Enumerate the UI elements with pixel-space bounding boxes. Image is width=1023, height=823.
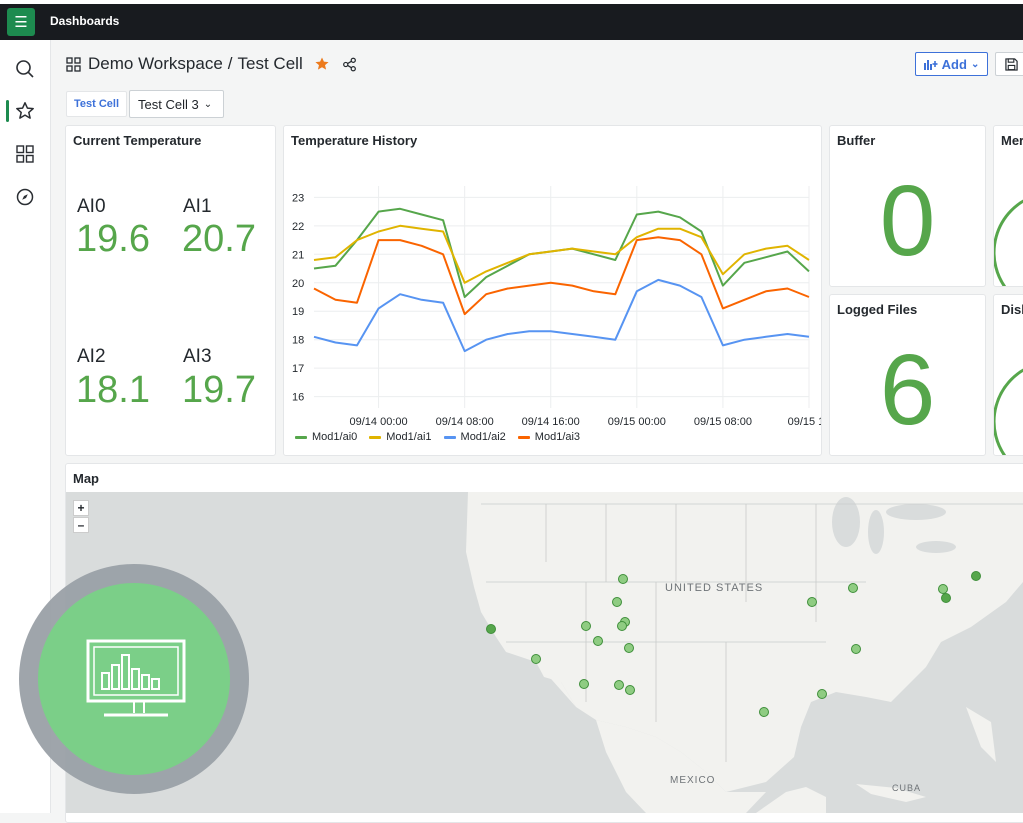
dashboard-grid-icon: [66, 56, 81, 72]
memory-gauge: [994, 199, 1023, 286]
disk-gauge: [994, 368, 1023, 455]
x-tick-label: 09/15 00:00: [608, 416, 666, 428]
save-icon: [1005, 58, 1018, 71]
y-tick-label: 21: [292, 249, 304, 261]
map-zoom-out-button[interactable]: –: [73, 517, 89, 533]
search-icon[interactable]: [13, 57, 37, 81]
top-bar: ☰ Dashboards: [0, 0, 1023, 40]
ai0-value: 19.6: [76, 218, 150, 260]
share-icon[interactable]: [342, 57, 357, 72]
menu-icon[interactable]: ☰: [7, 8, 35, 36]
variable-select[interactable]: Test Cell 3 ⌄: [129, 90, 224, 118]
buffer-value: 0: [879, 165, 936, 277]
disk-panel: Disk: [993, 294, 1023, 456]
chevron-down-icon: ⌄: [203, 98, 213, 110]
legend-swatch: [295, 435, 307, 439]
x-tick-label: 09/14 00:00: [350, 416, 408, 428]
panel-title: Logged Files: [837, 302, 918, 317]
ai2-label: AI2: [77, 346, 106, 367]
legend-label: Mod1/ai1: [386, 431, 432, 443]
map-label-cuba: CUBA: [892, 783, 922, 793]
legend-label: Mod1/ai3: [534, 431, 581, 443]
breadcrumb-workspace[interactable]: Demo Workspace: [88, 54, 223, 74]
star-icon[interactable]: [13, 99, 37, 123]
dashboards-grid-icon[interactable]: [13, 142, 37, 166]
y-tick-label: 22: [292, 221, 304, 233]
legend-swatch: [443, 435, 456, 439]
map-label-mexico: MEXICO: [670, 775, 716, 786]
app-logo: [38, 583, 230, 775]
map-zoom-in-button[interactable]: +: [73, 500, 89, 516]
legend-label: Mod1/ai2: [460, 431, 506, 443]
ai1-value: 20.7: [182, 218, 256, 260]
compass-icon[interactable]: [13, 185, 37, 209]
breadcrumb-separator: /: [227, 54, 233, 73]
series-line: [313, 278, 810, 353]
page-title: Test Cell: [237, 54, 303, 73]
current-temperature-panel: Current Temperature AI0 19.6 AI1 20.7 AI…: [65, 125, 276, 456]
legend-item[interactable]: Mod1/ai0: [295, 431, 357, 443]
x-tick-label: 09/15 16: [788, 416, 821, 428]
ai3-label: AI3: [183, 346, 212, 367]
active-indicator: [6, 100, 9, 122]
legend-item[interactable]: Mod1/ai3: [517, 431, 581, 443]
legend-swatch: [517, 435, 530, 439]
legend-label: Mod1/ai0: [312, 431, 358, 443]
legend-swatch: [369, 435, 382, 439]
temperature-history-panel: Temperature History 16 17 18 19 20 21 22 23 09/1…: [283, 125, 822, 456]
logged-files-value: 6: [879, 334, 936, 446]
add-chart-icon: [923, 58, 938, 70]
ai0-label: AI0: [77, 196, 106, 217]
logged-files-panel: Logged Files 6: [829, 294, 986, 456]
app-title: Dashboards: [50, 14, 120, 28]
save-dashboard-button[interactable]: [995, 52, 1023, 76]
panel-title: Map: [73, 471, 99, 486]
y-tick-label: 23: [292, 192, 304, 204]
chart-legend: Mod1/ai0 Mod1/ai1 Mod1/ai2 Mod1/ai3: [295, 431, 580, 443]
y-tick-label: 16: [292, 392, 304, 404]
y-tick-label: 18: [292, 335, 304, 347]
legend-item[interactable]: Mod1/ai2: [443, 431, 506, 443]
panel-title: Current Temperature: [73, 133, 202, 148]
map-label-us: UNITED STATES: [665, 582, 764, 594]
dashboard-monitor-icon: [86, 639, 186, 717]
y-tick-label: 17: [292, 363, 304, 375]
panel-title: Buffer: [837, 133, 876, 148]
ai3-value: 19.7: [182, 369, 256, 411]
y-tick-label: 19: [292, 306, 304, 318]
chevron-down-icon: ⌄: [970, 58, 980, 70]
legend-item[interactable]: Mod1/ai1: [369, 431, 432, 443]
ai1-label: AI1: [183, 196, 212, 217]
add-panel-button[interactable]: Add ⌄: [915, 52, 988, 76]
variable-select-value: Test Cell 3: [138, 96, 199, 112]
x-tick-label: 09/14 08:00: [436, 416, 494, 428]
y-tick-label: 20: [292, 278, 304, 290]
panel-title: Disk: [1001, 302, 1023, 317]
favorite-star-icon[interactable]: [314, 56, 330, 72]
buffer-panel: Buffer 0: [829, 125, 986, 287]
variable-label: Test Cell: [66, 91, 128, 117]
x-tick-label: 09/14 16:00: [522, 416, 580, 428]
breadcrumb: Demo Workspace / Test Cell: [66, 54, 357, 74]
ai2-value: 18.1: [76, 369, 150, 411]
add-button-label: Add: [941, 56, 967, 72]
temperature-history-chart: 16 17 18 19 20 21 22 23 09/14 00:00 09/14 08:00 09…: [292, 186, 821, 428]
panel-title: Mer: [1001, 133, 1023, 148]
memory-panel: Mer: [993, 125, 1023, 287]
x-tick-label: 09/15 08:00: [694, 416, 752, 428]
